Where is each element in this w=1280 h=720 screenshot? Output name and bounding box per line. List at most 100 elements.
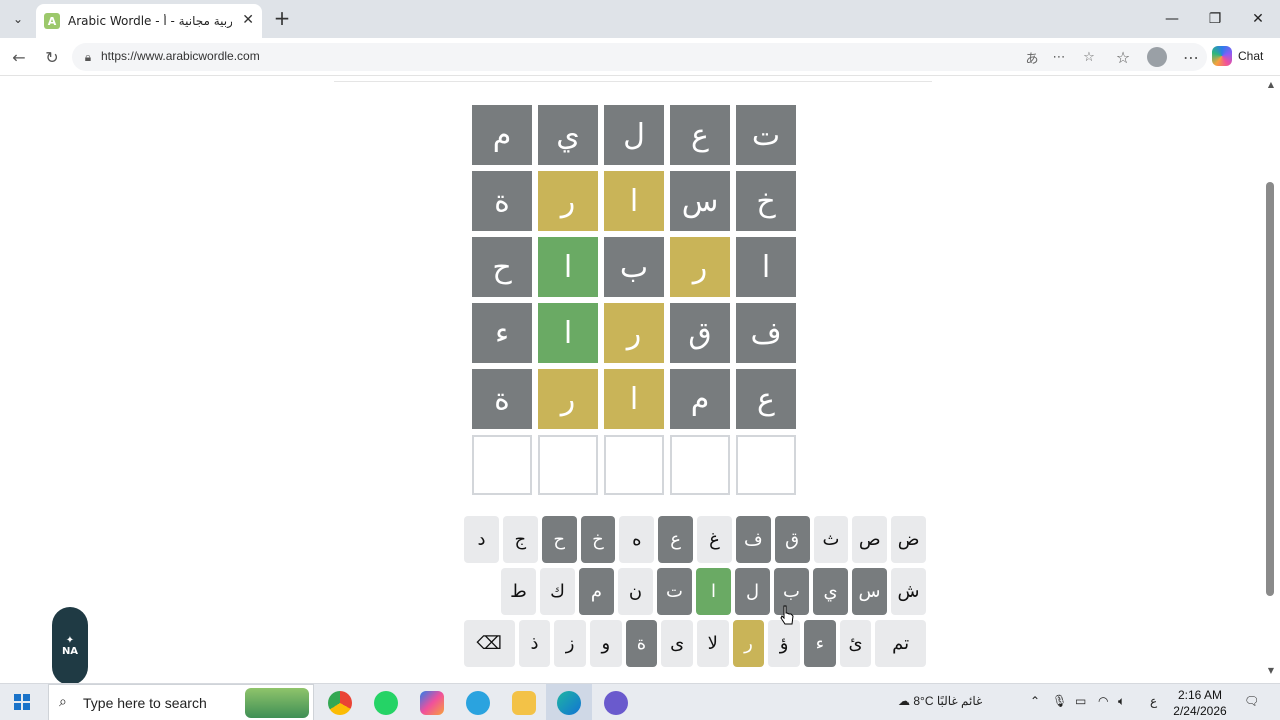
board-tile: ت <box>736 105 796 165</box>
keyboard-key[interactable]: س <box>852 568 887 615</box>
keyboard-key[interactable]: ح <box>541 516 577 563</box>
scroll-thumb[interactable] <box>1266 182 1274 596</box>
maximize-icon[interactable]: ❐ <box>1195 6 1235 32</box>
keyboard-key[interactable]: ؤ <box>768 620 800 667</box>
keyboard-key[interactable]: م <box>579 568 614 615</box>
keyboard-key[interactable]: و <box>589 620 622 667</box>
keyboard-key[interactable]: ش <box>891 568 926 615</box>
board-tile: ا <box>736 237 796 297</box>
favorites-icon[interactable]: ☆ <box>1110 45 1136 69</box>
mouse-cursor-icon <box>780 605 794 625</box>
board-tile <box>670 435 730 495</box>
keyboard-key[interactable]: ذ <box>518 620 551 667</box>
favicon-icon: A <box>44 13 60 29</box>
keyboard-key[interactable]: ا <box>696 568 731 615</box>
whatsapp-icon[interactable] <box>374 691 398 715</box>
board-tile: ل <box>604 105 664 165</box>
keyboard-key[interactable]: ع <box>658 516 694 563</box>
battery-icon[interactable]: ▭ <box>1075 694 1086 708</box>
board-tile: ي <box>538 105 598 165</box>
keyboard-key[interactable]: ر <box>732 620 765 667</box>
enter-key[interactable]: تم <box>875 620 926 667</box>
chrome-icon[interactable] <box>328 691 352 715</box>
keyboard-key[interactable]: ج <box>502 516 538 563</box>
tab-arabic-wordle[interactable]: A Arabic Wordle - وردل عربية مجانية - أ … <box>36 4 262 38</box>
keyboard-key[interactable]: ض <box>891 516 926 563</box>
translate-icon[interactable]: あ <box>1022 48 1042 67</box>
scroll-up-icon[interactable]: ▲ <box>1266 80 1276 90</box>
volume-icon[interactable]: 🔈︎ <box>1118 694 1125 709</box>
copilot-chat-button[interactable]: Chat <box>1212 46 1263 66</box>
new-tab-icon[interactable]: + <box>270 6 294 30</box>
edge-icon[interactable] <box>557 691 581 715</box>
keyboard-key[interactable]: ث <box>813 516 849 563</box>
keyboard-key[interactable]: خ <box>580 516 616 563</box>
keyboard-key[interactable]: ء <box>803 620 836 667</box>
windows-start-icon[interactable] <box>14 694 30 710</box>
board-row: خسارة <box>472 171 796 231</box>
keyboard-key[interactable]: غ <box>697 516 732 563</box>
board-tile <box>604 435 664 495</box>
weather-icon: ☁ <box>898 694 910 708</box>
on-screen-keyboard: ض ص ث ق ف غ ع ه خ ح ج د ش س ي ب ل ا ت ن م ك ط تم ئ ء ؤ ر لا ى ة و ز ذ ⌫ <box>460 516 926 672</box>
backspace-key[interactable]: ⌫ <box>463 620 515 667</box>
scroll-down-icon[interactable]: ▼ <box>1266 666 1276 676</box>
keyboard-key[interactable]: ف <box>735 516 771 563</box>
keyboard-key[interactable]: لا <box>696 620 729 667</box>
telegram-icon[interactable] <box>466 691 490 715</box>
minimize-icon[interactable]: — <box>1152 6 1192 32</box>
keyboard-key[interactable]: ت <box>657 568 692 615</box>
board-tile: م <box>670 369 730 429</box>
favorite-star-icon[interactable]: ☆ <box>1079 48 1099 66</box>
board-tile: ق <box>670 303 730 363</box>
keyboard-key[interactable]: ي <box>813 568 848 615</box>
show-hidden-icons[interactable]: ⌃ <box>1030 694 1040 708</box>
search-highlight-image <box>245 688 309 718</box>
keyboard-key[interactable]: ه <box>619 516 655 563</box>
keyboard-key[interactable]: ن <box>618 568 653 615</box>
game-app-icon[interactable] <box>604 691 628 715</box>
board-tile: ا <box>604 369 664 429</box>
board-tile: ا <box>538 303 598 363</box>
keyboard-key[interactable]: ى <box>661 620 693 667</box>
board-tile <box>472 435 532 495</box>
site-info-icon[interactable]: 🔒︎ <box>80 49 96 65</box>
more-menu-icon[interactable]: ⋯ <box>1178 45 1204 69</box>
keyboard-key[interactable]: ة <box>625 620 658 667</box>
back-icon[interactable]: ← <box>6 45 32 69</box>
weather-widget[interactable]: ☁ 8°C غائم غالبًا <box>898 694 982 708</box>
microphone-icon[interactable]: 🎙︎ <box>1052 694 1067 708</box>
file-explorer-icon[interactable] <box>512 691 536 715</box>
board-tile: ر <box>670 237 730 297</box>
copilot-app-icon[interactable] <box>420 691 444 715</box>
close-tab-icon[interactable]: ✕ <box>242 12 254 28</box>
close-window-icon[interactable]: ✕ <box>1238 6 1278 32</box>
keyboard-row: تم ئ ء ؤ ر لا ى ة و ز ذ ⌫ <box>460 620 926 667</box>
board-row: فقراء <box>472 303 796 363</box>
keyboard-key[interactable]: ز <box>554 620 586 667</box>
keyboard-key[interactable]: ك <box>540 568 575 615</box>
keyboard-key[interactable]: ئ <box>839 620 872 667</box>
tab-list-chevron-icon[interactable]: ⌄ <box>6 8 30 30</box>
keyboard-row: شسيبلاتنمكط <box>460 568 926 615</box>
input-language[interactable]: ع <box>1150 694 1157 708</box>
keyboard-key[interactable]: د <box>464 516 499 563</box>
keyboard-key[interactable]: ص <box>852 516 888 563</box>
page-scrollbar[interactable]: ▲ ▼ <box>1262 76 1280 683</box>
taskbar-search[interactable]: ⌕ Type here to search <box>48 684 314 720</box>
board-tile: ة <box>472 171 532 231</box>
refresh-icon[interactable]: ↻ <box>39 45 65 69</box>
wifi-icon[interactable]: ◠ <box>1098 694 1108 708</box>
board-tile: ح <box>472 237 532 297</box>
keyboard-key[interactable]: ق <box>774 516 810 563</box>
search-icon: ⌕ <box>59 694 67 710</box>
board-tile: ا <box>604 171 664 231</box>
system-clock[interactable]: 2:16 AM 2/24/2026 <box>1168 687 1232 719</box>
notifications-icon[interactable]: 🗨︎ <box>1244 694 1259 708</box>
keyboard-key[interactable]: ل <box>735 568 770 615</box>
keyboard-key[interactable]: ط <box>501 568 536 615</box>
read-aloud-icon[interactable]: ⋯ <box>1049 48 1069 66</box>
header-divider <box>334 81 932 82</box>
profile-avatar[interactable] <box>1147 47 1167 67</box>
url-field[interactable]: 🔒︎ https://www.arabicwordle.com あ ⋯ ☆ <box>72 43 1207 71</box>
